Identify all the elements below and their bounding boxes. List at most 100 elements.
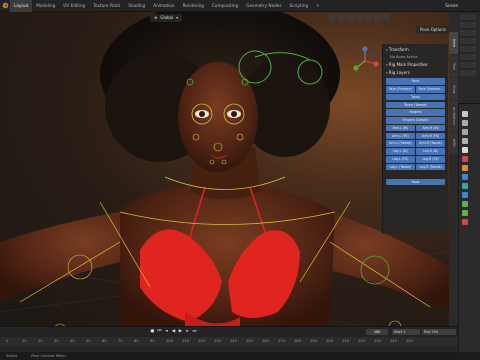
next-key-icon[interactable]: ▸ xyxy=(185,329,190,334)
layer-leg-r-fk-button[interactable]: Leg.R (FK) xyxy=(416,156,445,163)
outliner-row[interactable] xyxy=(460,70,476,76)
tab-uv-editing[interactable]: UV Editing xyxy=(59,0,89,12)
add-workspace-button[interactable]: + xyxy=(312,0,324,12)
overlay-toggle-icon[interactable] xyxy=(347,14,354,21)
ruler-tick: 80 xyxy=(134,339,139,343)
layer-leg-l-fk-button[interactable]: Leg.L (FK) xyxy=(386,156,415,163)
ruler-tick: 120 xyxy=(198,339,205,343)
layer-face-primary-button[interactable]: Face (Primary) xyxy=(386,85,415,93)
ruler-tick: 240 xyxy=(390,339,397,343)
xray-icon[interactable] xyxy=(356,14,363,21)
outliner-row[interactable] xyxy=(460,14,476,20)
render-properties-icon[interactable] xyxy=(462,120,468,126)
layer-arm-l-ik-button[interactable]: Arm.L (IK) xyxy=(386,124,415,132)
outliner-row[interactable] xyxy=(460,62,476,68)
3d-viewport[interactable]: ⊕ Global ▾ Pose Options Transform No Bon… xyxy=(0,12,450,332)
tab-rendering[interactable]: Rendering xyxy=(179,0,208,12)
tab-airy[interactable]: AIRY xyxy=(449,132,458,154)
ruler-tick: 140 xyxy=(230,339,237,343)
outliner[interactable] xyxy=(458,12,480,104)
visibility-icon[interactable] xyxy=(329,14,336,21)
jump-end-icon[interactable]: ⏭ xyxy=(192,329,197,334)
output-properties-icon[interactable] xyxy=(462,129,468,135)
tool-properties-icon[interactable] xyxy=(462,111,468,117)
rig-main-properties-header[interactable]: Rig Main Properties xyxy=(386,61,445,69)
navigation-gizmo[interactable] xyxy=(350,46,380,76)
layer-arm-l-tweak-button[interactable]: Arm.L (Tweak) xyxy=(386,140,415,148)
blender-logo-icon[interactable] xyxy=(0,0,10,12)
ruler-tick: 60 xyxy=(102,339,107,343)
outliner-row[interactable] xyxy=(460,30,476,36)
end-frame-field[interactable]: End 250 xyxy=(422,329,456,335)
solid-shading-icon[interactable] xyxy=(365,14,372,21)
current-frame-field[interactable]: 466 xyxy=(366,329,388,335)
constraint-properties-icon[interactable] xyxy=(462,192,468,198)
start-frame-field[interactable]: Start 1 xyxy=(392,329,420,335)
workspace-bar: Layout Modeling UV Editing Texture Paint… xyxy=(0,0,480,12)
prev-key-icon[interactable]: ◂ xyxy=(164,329,169,334)
no-bone-active-text: No Bone Active xyxy=(390,55,418,59)
ruler-tick: 130 xyxy=(214,339,221,343)
tab-texture-paint[interactable]: Texture Paint xyxy=(89,0,124,12)
tab-compositing[interactable]: Compositing xyxy=(208,0,242,12)
outliner-row[interactable] xyxy=(460,46,476,52)
layer-torso-tweak-button[interactable]: Torso (Tweak) xyxy=(386,101,445,109)
gizmo-toggle-icon[interactable] xyxy=(338,14,345,21)
frame-ruler[interactable]: 0 10 20 30 40 50 60 70 80 90 100 110 120… xyxy=(0,337,458,345)
view-layer-icon[interactable] xyxy=(462,138,468,144)
layer-face-button[interactable]: Face xyxy=(386,78,445,85)
layer-leg-l-ik-button[interactable]: Leg.L (IK) xyxy=(386,148,415,155)
tab-animation-panel[interactable]: Animation xyxy=(449,101,458,131)
status-bar: Select Pose Context Menu xyxy=(0,352,458,360)
transform-orientation-select[interactable]: ⊕ Global ▾ xyxy=(150,14,183,22)
layer-arm-r-ik-button[interactable]: Arm.R (IK) xyxy=(416,124,445,132)
layer-leg-l-tweak-button[interactable]: Leg.L (Tweak) xyxy=(386,163,415,171)
tab-shading[interactable]: Shading xyxy=(124,0,149,12)
layer-arm-r-tweak-button[interactable]: Arm.R (Tweak) xyxy=(416,140,445,148)
tab-geometry-nodes[interactable]: Geometry Nodes xyxy=(242,0,285,12)
material-properties-icon[interactable] xyxy=(462,219,468,225)
pose-options-dropdown[interactable]: Pose Options xyxy=(416,26,450,34)
layer-fingers-button[interactable]: Fingers xyxy=(386,109,445,116)
layer-fingers-detail-button[interactable]: Fingers (Detail) xyxy=(386,117,445,124)
scene-properties-icon[interactable] xyxy=(462,147,468,153)
play-icon[interactable]: ▶ xyxy=(178,329,183,334)
rendered-shading-icon[interactable] xyxy=(383,14,390,21)
layer-root-button[interactable]: Root xyxy=(386,178,445,186)
jump-start-icon[interactable]: ⏮ xyxy=(157,329,162,334)
ruler-tick: 210 xyxy=(342,339,349,343)
layer-leg-r-ik-button[interactable]: Leg.R (IK) xyxy=(416,148,445,155)
layer-face-secondary-button[interactable]: Face (Second... xyxy=(416,85,445,93)
status-context-menu-hint: Pose Context Menu xyxy=(31,354,66,358)
modifier-properties-icon[interactable] xyxy=(462,174,468,180)
data-properties-icon[interactable] xyxy=(462,201,468,207)
tab-tool[interactable]: Tool xyxy=(449,55,458,77)
ruler-tick: 220 xyxy=(358,339,365,343)
record-icon[interactable]: ● xyxy=(150,329,155,334)
layer-leg-r-tweak-button[interactable]: Leg.R (Tweak) xyxy=(416,163,445,171)
ruler-tick: 200 xyxy=(326,339,333,343)
tab-item[interactable]: Item xyxy=(449,32,458,54)
scene-selector[interactable]: Scene xyxy=(445,0,458,12)
world-properties-icon[interactable] xyxy=(462,156,468,162)
material-shading-icon[interactable] xyxy=(374,14,381,21)
transform-section-header[interactable]: Transform xyxy=(386,46,445,54)
rig-layers-header[interactable]: Rig Layers xyxy=(386,69,445,77)
tab-animation[interactable]: Animation xyxy=(149,0,178,12)
layer-arm-r-fk-button[interactable]: Arm.R (FK) xyxy=(416,132,445,140)
tab-scripting[interactable]: Scripting xyxy=(286,0,313,12)
layer-torso-button[interactable]: Torso xyxy=(386,93,445,101)
physics-properties-icon[interactable] xyxy=(462,183,468,189)
layer-arm-l-fk-button[interactable]: Arm.L (FK) xyxy=(386,132,415,140)
object-properties-icon[interactable] xyxy=(462,165,468,171)
tab-view[interactable]: View xyxy=(449,78,458,100)
ruler-tick: 150 xyxy=(246,339,253,343)
orientation-icon: ⊕ xyxy=(154,15,158,20)
tab-layout[interactable]: Layout xyxy=(10,0,33,12)
play-reverse-icon[interactable]: ◀ xyxy=(171,329,176,334)
outliner-row[interactable] xyxy=(460,54,476,60)
tab-modeling[interactable]: Modeling xyxy=(32,0,59,12)
outliner-row[interactable] xyxy=(460,22,476,28)
outliner-row[interactable] xyxy=(460,38,476,44)
bone-properties-icon[interactable] xyxy=(462,210,468,216)
